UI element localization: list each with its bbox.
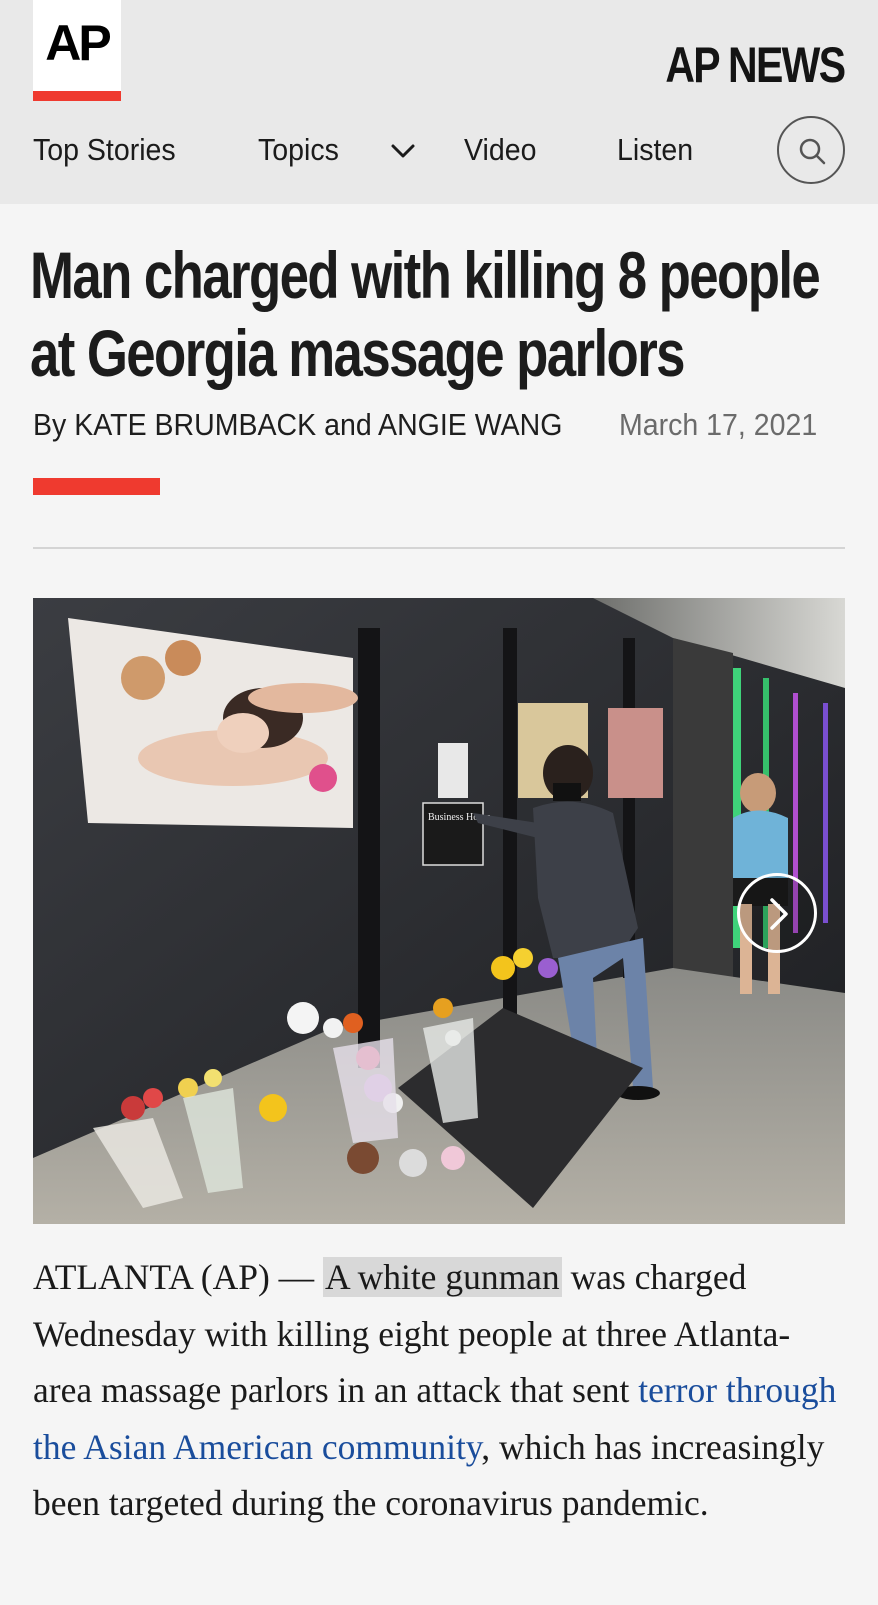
photo-illustration: Business Hours [33, 598, 845, 1224]
author-link-1[interactable]: KATE BRUMBACK [74, 407, 316, 442]
nav-listen[interactable]: Listen [617, 124, 693, 176]
chevron-right-icon [770, 898, 788, 930]
search-button[interactable] [777, 116, 845, 184]
ap-news-wordmark[interactable]: AP NEWS [665, 36, 846, 94]
ap-logo-text: AP [45, 15, 111, 71]
author-link-2[interactable]: ANGIE WANG [378, 407, 562, 442]
byline-and: and [324, 407, 372, 442]
highlighted-text: A white gunman [323, 1257, 562, 1297]
dateline: ATLANTA (AP) — [33, 1257, 324, 1297]
nav-top-stories[interactable]: Top Stories [33, 124, 176, 176]
main-nav: Top Stories Topics Video Listen [33, 116, 845, 184]
site-header: AP AP NEWS Top Stories Topics Video List… [0, 0, 878, 204]
article-byline: By KATE BRUMBACK and ANGIE WANG [33, 403, 562, 447]
article-lead-paragraph: ATLANTA (AP) — A white gunman was charge… [33, 1249, 845, 1532]
ap-logo-bar [33, 91, 121, 101]
ap-logo[interactable]: AP [33, 0, 121, 101]
chevron-down-icon[interactable] [390, 138, 416, 164]
accent-bar [33, 478, 160, 495]
divider [33, 547, 845, 549]
byline-prefix: By [33, 407, 67, 442]
gallery-next-button[interactable] [737, 873, 817, 953]
search-icon [799, 138, 826, 165]
nav-topics[interactable]: Topics [258, 124, 339, 176]
article-date: March 17, 2021 [619, 407, 818, 442]
article-photo[interactable]: Business Hours [33, 598, 845, 1224]
nav-video[interactable]: Video [464, 124, 536, 176]
article-headline: Man charged with killing 8 people at Geo… [30, 238, 821, 390]
